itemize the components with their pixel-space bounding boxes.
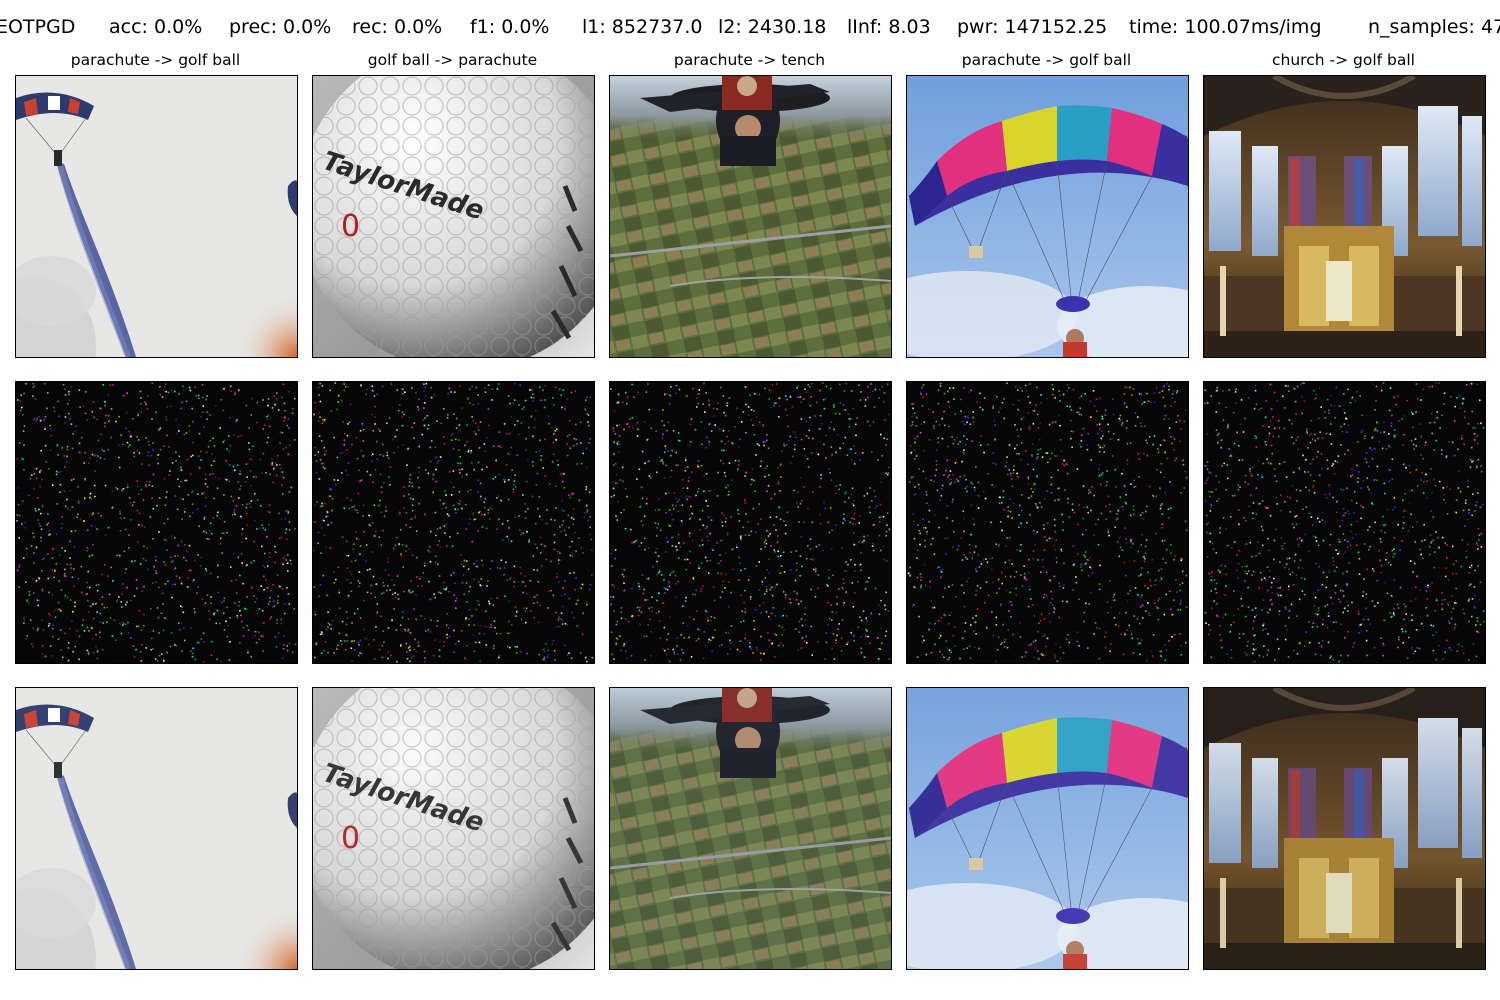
column-title: parachute -> golf ball	[961, 51, 1132, 69]
perturbation-noise	[906, 381, 1189, 664]
power-metric: pwr: 147152.25	[957, 16, 1108, 38]
linf-metric: lInf: 8.03	[847, 16, 931, 38]
adversarial-image-golf-ball	[312, 687, 595, 970]
adversarial-image-parachute	[15, 687, 298, 970]
adversarial-image-church	[1203, 687, 1486, 970]
adversarial-image-canopy	[906, 687, 1189, 970]
column-title: golf ball -> parachute	[367, 51, 538, 69]
adversarial-image-skydivers	[609, 687, 892, 970]
perturbation-noise	[15, 381, 298, 664]
f1-metric: f1: 0.0%	[470, 16, 550, 38]
original-image-church	[1203, 75, 1486, 358]
original-image-golf-ball: TaylorMade 0	[312, 75, 595, 358]
original-image-skydivers	[609, 75, 892, 358]
column-title: parachute -> tench	[673, 51, 826, 69]
metrics-header: EOTPGD acc: 0.0% prec: 0.0% rec: 0.0% f1…	[0, 16, 1500, 42]
original-image-parachute	[15, 75, 298, 358]
recall-metric: rec: 0.0%	[352, 16, 443, 38]
perturbation-noise	[312, 381, 595, 664]
column-title: church -> golf ball	[1272, 51, 1415, 69]
golf-number-text: 0	[341, 209, 360, 244]
column-title: parachute -> golf ball	[70, 51, 241, 69]
time-metric: time: 100.07ms/img	[1129, 16, 1322, 38]
perturbation-noise	[1203, 381, 1486, 664]
n-samples-metric: n_samples: 47	[1368, 16, 1500, 38]
original-image-canopy	[906, 75, 1189, 358]
perturbation-noise	[609, 381, 892, 664]
method-name: EOTPGD	[0, 16, 76, 38]
accuracy-metric: acc: 0.0%	[109, 16, 203, 38]
l1-metric: l1: 852737.0	[582, 16, 703, 38]
precision-metric: prec: 0.0%	[229, 16, 332, 38]
l2-metric: l2: 2430.18	[718, 16, 827, 38]
